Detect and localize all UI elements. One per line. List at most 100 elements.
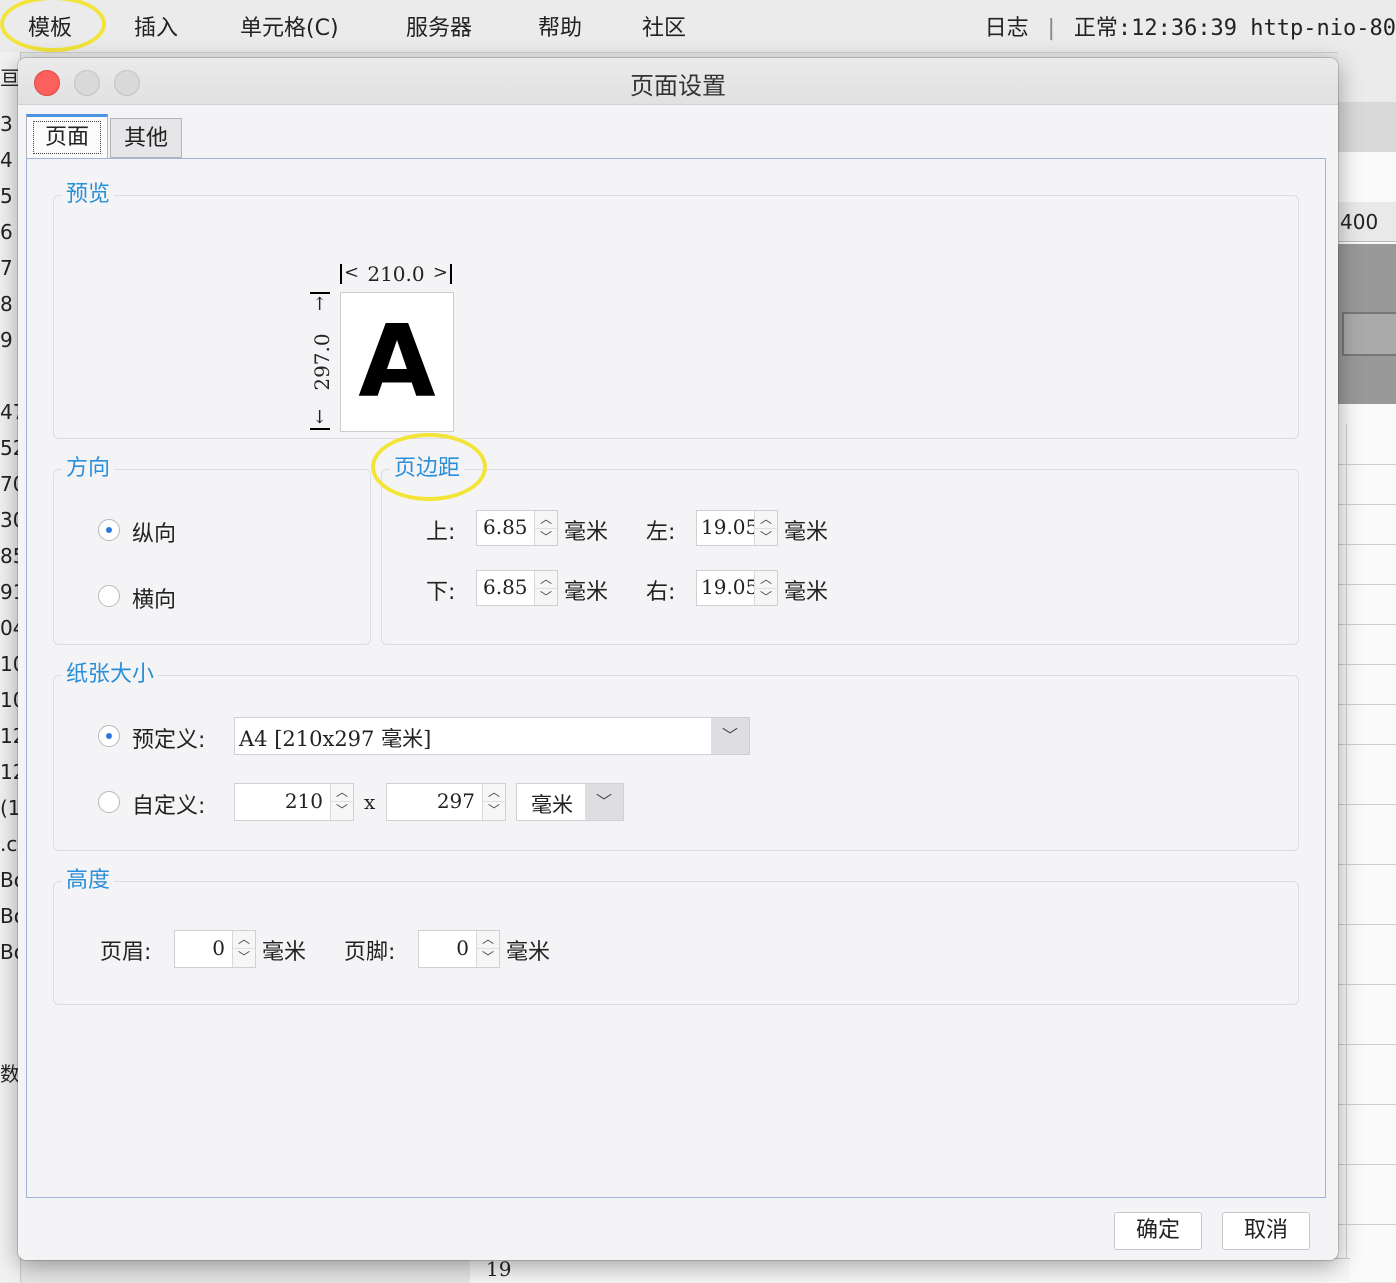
menu-cell[interactable]: 单元格(C): [240, 10, 339, 42]
margin-top-spinner[interactable]: 6.85 ︿ ﹀: [476, 510, 558, 546]
custom-radio[interactable]: [98, 791, 120, 813]
height-group-title: 高度: [62, 862, 115, 894]
grid-line: [1338, 1044, 1396, 1045]
spinner-buttons: ︿ ﹀: [754, 571, 777, 605]
spinner-buttons: ︿ ﹀: [754, 511, 777, 545]
spinner-up-icon[interactable]: ︿: [755, 571, 777, 588]
margin-top-label: 上:: [426, 520, 456, 545]
background-box: [1342, 312, 1396, 356]
custom-width-value[interactable]: 210: [285, 789, 323, 813]
header-value[interactable]: 0: [212, 936, 225, 960]
spinner-up-icon[interactable]: ︿: [755, 511, 777, 528]
background-toolbar: [1338, 52, 1396, 102]
footer-value[interactable]: 0: [456, 936, 469, 960]
spinner-down-icon[interactable]: ﹀: [483, 801, 505, 819]
cancel-button[interactable]: 取消: [1222, 1212, 1310, 1250]
spinner-down-icon[interactable]: ﹀: [477, 948, 499, 966]
margin-left-value[interactable]: 19.05: [701, 515, 755, 539]
status-separator: |: [1044, 16, 1058, 41]
margin-right-spinner[interactable]: 19.05 ︿ ﹀: [696, 570, 778, 606]
spinner-buttons: ︿ ﹀: [534, 511, 557, 545]
spinner-up-icon[interactable]: ︿: [233, 931, 255, 948]
spinner-down-icon[interactable]: ﹀: [755, 528, 777, 546]
margin-top-unit: 毫米: [564, 520, 609, 545]
background-bottom-row: 19: [470, 1257, 1350, 1283]
margin-top-value[interactable]: 6.85: [483, 515, 528, 539]
status-text: 正常:12:36:39 http-nio-80: [1073, 16, 1396, 41]
spinner-up-icon[interactable]: ︿: [535, 571, 557, 588]
paper-preview: A: [340, 292, 454, 432]
margin-bottom-label: 下:: [426, 580, 456, 605]
spinner-buttons: ︿ ﹀: [330, 784, 353, 820]
chevron-down-icon[interactable]: ﹀: [711, 718, 749, 754]
predefined-option[interactable]: 预定义:: [98, 722, 228, 753]
custom-height-value[interactable]: 297: [437, 789, 475, 813]
grid-line: [1338, 504, 1396, 505]
grid-line: [1338, 924, 1396, 925]
portrait-option[interactable]: 纵向: [98, 516, 218, 547]
tab-panel-page: 预览 < 210.0 > ↑ 297.0 ↓ A 方向 纵向 横向 页边距 上:…: [26, 158, 1326, 1198]
dimension-tick: [450, 264, 452, 284]
margin-bottom-value[interactable]: 6.85: [483, 575, 528, 599]
ok-button[interactable]: 确定: [1114, 1212, 1202, 1250]
spinner-down-icon[interactable]: ﹀: [535, 588, 557, 606]
menu-insert[interactable]: 插入: [134, 10, 178, 42]
spinner-down-icon[interactable]: ﹀: [755, 588, 777, 606]
margins-group: 页边距 上: 6.85 ︿ ﹀ 毫米 左: 19.05 ︿ ﹀ 毫米 下: 6.…: [381, 450, 1299, 645]
preview-group-title: 预览: [62, 176, 115, 208]
menu-help[interactable]: 帮助: [538, 10, 582, 42]
paper-size-group-title: 纸张大小: [62, 656, 159, 688]
spinner-down-icon[interactable]: ﹀: [331, 801, 353, 819]
custom-label: 自定义:: [132, 794, 206, 819]
menu-community[interactable]: 社区: [642, 10, 686, 42]
menu-template[interactable]: 模板: [28, 10, 72, 42]
grid-line: [1346, 424, 1347, 1282]
dialog-titlebar[interactable]: 页面设置: [18, 58, 1338, 105]
spinner-down-icon[interactable]: ﹀: [233, 948, 255, 966]
row-number: 19: [486, 1257, 512, 1281]
grid-line: [1338, 464, 1396, 465]
tab-other[interactable]: 其他: [110, 118, 182, 158]
grid-line: [1338, 1164, 1396, 1165]
custom-height-spinner[interactable]: 297 ︿ ﹀: [386, 783, 506, 821]
grid-line: [1338, 584, 1396, 585]
height-group: 高度 页眉: 0 ︿ ﹀ 毫米 页脚: 0 ︿ ﹀ 毫米: [53, 862, 1299, 1005]
custom-width-spinner[interactable]: 210 ︿ ﹀: [234, 783, 354, 821]
landscape-radio[interactable]: [98, 585, 120, 607]
grid-line: [1338, 864, 1396, 865]
spinner-up-icon[interactable]: ︿: [331, 784, 353, 801]
log-link[interactable]: 日志: [985, 16, 1029, 41]
landscape-option[interactable]: 横向: [98, 582, 218, 613]
header-spinner[interactable]: 0 ︿ ﹀: [174, 930, 256, 968]
predefined-size-select[interactable]: A4 [210x297 毫米] ﹀: [234, 717, 750, 755]
spinner-buttons: ︿ ﹀: [534, 571, 557, 605]
grid-line: [1338, 544, 1396, 545]
preview-group: 预览 < 210.0 > ↑ 297.0 ↓ A: [53, 176, 1299, 439]
tab-page[interactable]: 页面: [26, 114, 108, 158]
portrait-radio[interactable]: [98, 519, 120, 541]
predefined-radio[interactable]: [98, 725, 120, 747]
menu-server[interactable]: 服务器: [406, 10, 472, 42]
spinner-up-icon[interactable]: ︿: [535, 511, 557, 528]
spinner-down-icon[interactable]: ﹀: [535, 528, 557, 546]
spinner-up-icon[interactable]: ︿: [477, 931, 499, 948]
grid-line: [1338, 664, 1396, 665]
width-dimension: < 210.0 >: [340, 262, 452, 288]
menu-bar: 模板 插入 单元格(C) 服务器 帮助 社区 日志 | 正常:12:36:39 ht…: [0, 0, 1396, 53]
landscape-label: 横向: [132, 588, 177, 613]
margin-bottom-unit: 毫米: [564, 580, 609, 605]
spinner-buttons: ︿ ﹀: [482, 784, 505, 820]
margin-right-label: 右:: [646, 580, 676, 605]
custom-unit-select[interactable]: 毫米 ﹀: [516, 783, 624, 821]
grid-line: [1338, 1104, 1396, 1105]
page-setup-dialog: 页面设置 页面 其他 预览 < 210.0 > ↑ 297.0 ↓ A 方向 纵…: [18, 58, 1338, 1260]
margin-bottom-spinner[interactable]: 6.85 ︿ ﹀: [476, 570, 558, 606]
margin-right-value[interactable]: 19.05: [701, 575, 755, 599]
orientation-group: 方向 纵向 横向: [53, 450, 371, 645]
margin-left-spinner[interactable]: 19.05 ︿ ﹀: [696, 510, 778, 546]
spinner-up-icon[interactable]: ︿: [483, 784, 505, 801]
chevron-down-icon[interactable]: ﹀: [585, 784, 623, 820]
arrow-right-icon: >: [432, 262, 448, 283]
custom-option[interactable]: 自定义:: [98, 788, 228, 819]
footer-spinner[interactable]: 0 ︿ ﹀: [418, 930, 500, 968]
